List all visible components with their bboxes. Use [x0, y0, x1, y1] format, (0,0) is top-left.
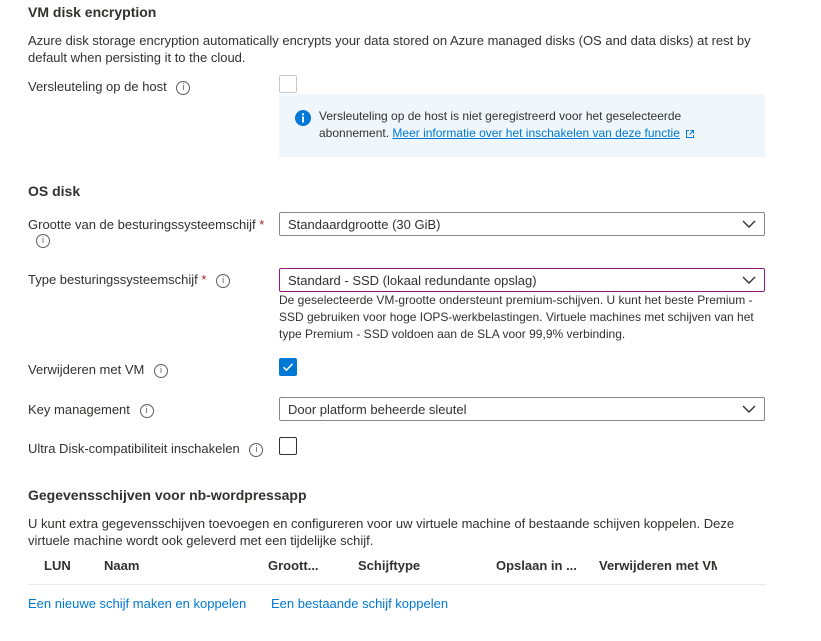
info-icon[interactable]: i: [153, 363, 168, 378]
os-disk-size-value: Standaardgrootte (30 GiB): [288, 216, 441, 232]
external-link-icon[interactable]: [685, 129, 695, 139]
os-disk-size-dropdown[interactable]: Standaardgrootte (30 GiB): [279, 212, 765, 236]
host-encryption-checkbox[interactable]: [279, 75, 297, 93]
ultra-disk-checkbox[interactable]: [279, 437, 297, 455]
host-encryption-label: Versleuteling op de host i: [28, 79, 191, 95]
chevron-down-icon: [742, 405, 756, 413]
os-disk-size-label-text: Grootte van de besturingssysteemschijf: [28, 217, 256, 232]
key-management-dropdown[interactable]: Door platform beheerde sleutel: [279, 397, 765, 421]
checkmark-icon: [282, 363, 294, 372]
ultra-disk-label-text: Ultra Disk-compatibiliteit inschakelen: [28, 441, 240, 456]
data-disks-table-header: LUN Naam Groott... Schijftype Opslaan in…: [28, 556, 766, 585]
chevron-down-icon: [742, 276, 756, 284]
os-disk-type-label: Type besturingssysteemschijf * i: [28, 272, 231, 288]
os-disk-size-label: Grootte van de besturingssysteemschijf *: [28, 216, 268, 233]
data-disks-description: U kunt extra gegevensschijven toevoegen …: [28, 516, 735, 548]
info-filled-icon: [295, 110, 311, 126]
section-title-encryption: VM disk encryption: [28, 4, 157, 20]
section-title-os-disk: OS disk: [28, 183, 81, 199]
section-title-data-disks: Gegevensschijven voor nb-wordpressapp: [28, 487, 307, 503]
key-management-label: Key management i: [28, 402, 154, 418]
key-management-label-text: Key management: [28, 402, 130, 417]
key-management-value: Door platform beheerde sleutel: [288, 401, 467, 417]
os-disk-type-dropdown[interactable]: Standard - SSD (lokaal redundante opslag…: [279, 268, 765, 292]
info-icon[interactable]: i: [36, 234, 50, 248]
column-header-storage[interactable]: Opslaan in ...: [496, 558, 577, 573]
column-header-delete-with-vm[interactable]: Verwijderen met VM: [599, 558, 717, 573]
column-header-name[interactable]: Naam: [104, 558, 139, 573]
info-icon[interactable]: i: [249, 442, 264, 457]
required-marker: *: [259, 217, 265, 232]
delete-with-vm-checkbox[interactable]: [279, 358, 297, 376]
column-header-disk-type[interactable]: Schijftype: [358, 558, 420, 573]
host-encryption-infobox: Versleuteling op de host is niet geregis…: [279, 94, 765, 157]
chevron-down-icon: [742, 220, 756, 228]
info-icon[interactable]: i: [176, 80, 191, 95]
delete-with-vm-label: Verwijderen met VM i: [28, 362, 168, 378]
os-disk-type-label-text: Type besturingssysteemschijf: [28, 272, 198, 287]
column-header-size[interactable]: Groott...: [268, 558, 319, 573]
ultra-disk-label: Ultra Disk-compatibiliteit inschakelen i: [28, 441, 264, 457]
infobox-learn-more-link[interactable]: Meer informatie over het inschakelen van…: [392, 126, 680, 140]
encryption-description: Azure disk storage encryption automatica…: [28, 33, 751, 65]
info-icon[interactable]: i: [139, 403, 154, 418]
os-disk-type-value: Standard - SSD (lokaal redundante opslag…: [288, 272, 537, 288]
infobox-message: Versleuteling op de host is niet geregis…: [319, 108, 729, 142]
attach-existing-disk-link[interactable]: Een bestaande schijf koppelen: [271, 596, 448, 611]
create-new-disk-link[interactable]: Een nieuwe schijf maken en koppelen: [28, 596, 246, 611]
delete-with-vm-label-text: Verwijderen met VM: [28, 362, 145, 377]
host-encryption-label-text: Versleuteling op de host: [28, 79, 167, 94]
column-header-lun[interactable]: LUN: [44, 558, 71, 573]
required-marker: *: [201, 272, 207, 287]
info-icon[interactable]: i: [216, 273, 231, 288]
os-disk-type-help-text: De geselecteerde VM-grootte ondersteunt …: [279, 293, 754, 341]
